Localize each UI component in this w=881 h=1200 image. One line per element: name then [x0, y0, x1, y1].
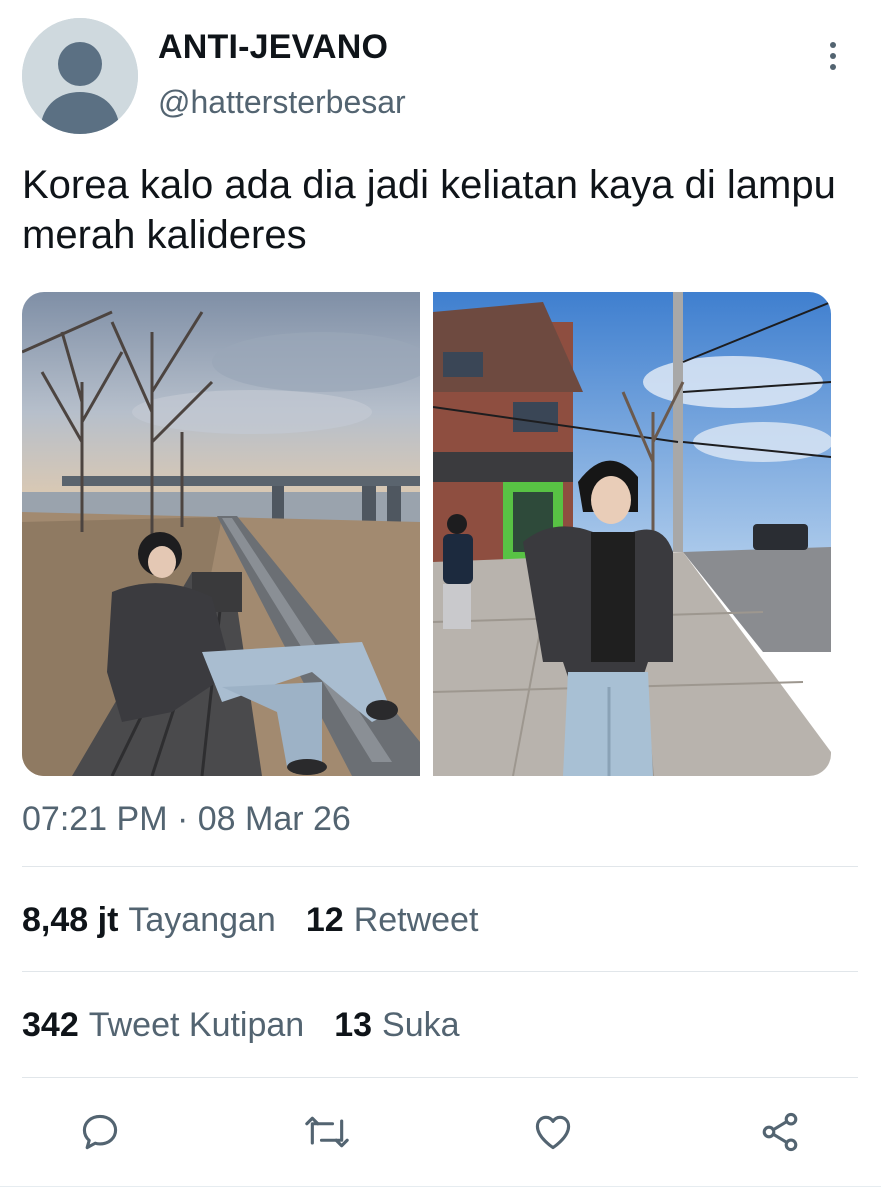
- reply-icon[interactable]: [70, 1102, 130, 1162]
- action-bar: [0, 1098, 881, 1168]
- retweet-icon[interactable]: [297, 1102, 357, 1162]
- views-label: Tayangan: [128, 900, 276, 939]
- media-image-left[interactable]: [22, 292, 420, 776]
- retweets-count: 12: [305, 900, 344, 939]
- bottom-border: [0, 1186, 881, 1187]
- views-count: 8,48 jt: [22, 900, 119, 939]
- likes-count: 13: [334, 1005, 373, 1044]
- like-icon[interactable]: [523, 1102, 583, 1162]
- tweet-text: Korea kalo ada dia jadi keliatan kaya di…: [22, 163, 836, 257]
- avatar[interactable]: [22, 18, 138, 134]
- user-handle[interactable]: @hattersterbesar: [158, 84, 406, 121]
- divider: [22, 1077, 858, 1078]
- quotes-count: 342: [22, 1005, 79, 1044]
- more-dot: [830, 64, 836, 70]
- divider: [22, 866, 858, 867]
- default-avatar-icon: [22, 18, 138, 134]
- quotes-stat[interactable]: 342 Tweet Kutipan: [22, 1006, 304, 1045]
- retweets-label: Retweet: [353, 900, 479, 939]
- share-icon[interactable]: [750, 1102, 810, 1162]
- quotes-label: Tweet Kutipan: [88, 1005, 305, 1044]
- photo-park-bench: [22, 292, 420, 776]
- stats-row-views-retweets: 8,48 jt Tayangan 12 Retweet: [22, 895, 508, 945]
- more-dot: [830, 53, 836, 59]
- likes-label: Suka: [382, 1005, 460, 1044]
- likes-stat[interactable]: 13 Suka: [334, 1006, 459, 1045]
- tweet-card: ANTI-JEVANO @hattersterbesar Korea kalo …: [0, 0, 881, 1200]
- photo-street-sidewalk: [433, 292, 831, 776]
- more-options-icon[interactable]: [816, 36, 850, 76]
- stats-row-quotes-likes: 342 Tweet Kutipan 13 Suka: [22, 1000, 490, 1050]
- views-stat: 8,48 jt Tayangan: [22, 901, 276, 940]
- display-name[interactable]: ANTI-JEVANO: [158, 28, 388, 67]
- more-dot: [830, 42, 836, 48]
- retweets-stat[interactable]: 12 Retweet: [306, 901, 479, 940]
- tweet-timestamp[interactable]: 07:21 PM · 08 Mar 26: [22, 800, 351, 839]
- media-image-right[interactable]: [433, 292, 831, 776]
- divider: [22, 971, 858, 972]
